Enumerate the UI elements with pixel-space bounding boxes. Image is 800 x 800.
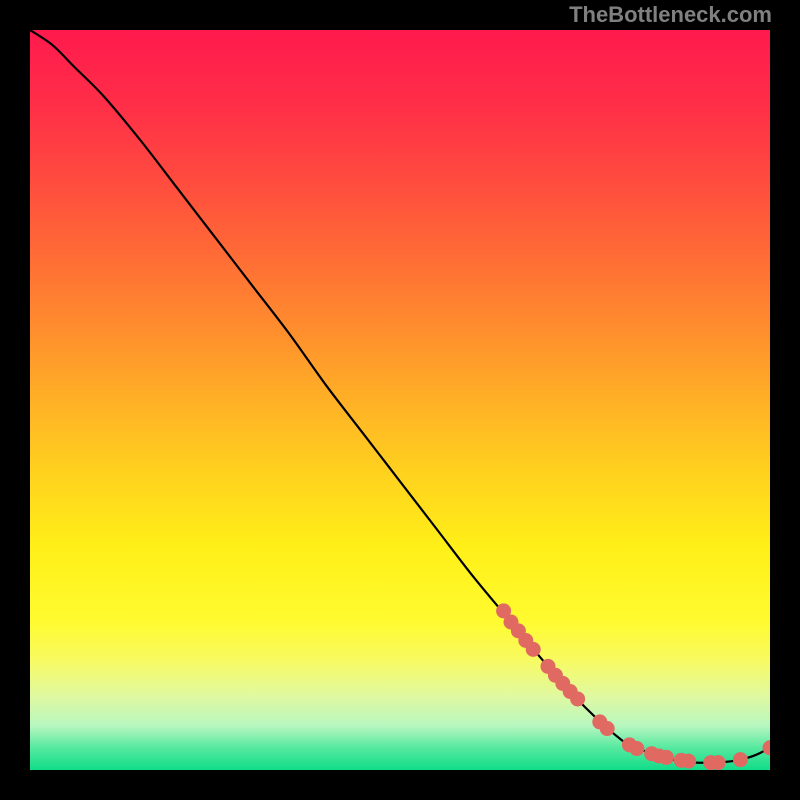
data-point [629,741,644,756]
data-point [570,691,585,706]
attribution-text: TheBottleneck.com [569,2,772,28]
data-point [526,642,541,657]
data-point [711,755,726,770]
data-point [733,752,748,767]
data-point [659,750,674,765]
chart-svg [30,30,770,770]
data-point [600,721,615,736]
data-point [681,754,696,769]
plot-area [30,30,770,770]
chart-container: TheBottleneck.com [0,0,800,800]
